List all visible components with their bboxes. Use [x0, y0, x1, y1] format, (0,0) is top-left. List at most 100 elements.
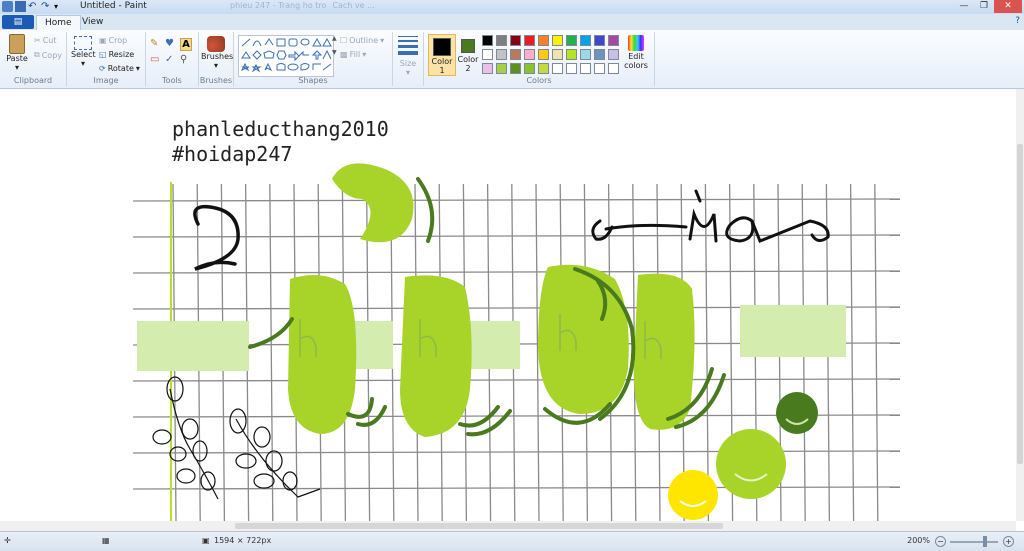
palette-swatch[interactable] — [510, 49, 521, 60]
maximize-button[interactable]: ❐ — [974, 0, 994, 13]
magnifier-icon[interactable]: ⚲ — [180, 54, 192, 65]
palette-swatch[interactable] — [482, 49, 493, 60]
color2-swatch — [461, 39, 475, 53]
zoom-slider-thumb[interactable] — [983, 536, 987, 547]
ghost-tab: Cach ve ... — [332, 1, 375, 10]
palette-swatch[interactable] — [594, 49, 605, 60]
pencil-icon[interactable]: ✎ — [150, 38, 162, 51]
chevron-down-icon: ▾ — [405, 68, 410, 77]
rotate-button[interactable]: ⟳ Rotate ▾ — [99, 64, 140, 73]
palette-swatch[interactable] — [496, 49, 507, 60]
rotate-icon: ⟳ — [99, 64, 106, 73]
zoom-out-button[interactable]: − — [935, 536, 946, 547]
light-green-bands — [137, 305, 846, 371]
palette-swatch[interactable] — [538, 35, 549, 46]
zoom-in-button[interactable]: + — [1003, 536, 1014, 547]
crop-button[interactable]: ▣ Crop — [99, 36, 127, 45]
grid-horizontal-line — [132, 198, 901, 202]
palette-swatch[interactable] — [580, 35, 591, 46]
select-rectangle-icon — [74, 36, 92, 50]
cut-button[interactable]: ✂ Cut — [34, 36, 57, 45]
tools-group-label: Tools — [162, 76, 182, 85]
palette-swatch[interactable] — [482, 63, 493, 74]
palette-swatch[interactable] — [510, 35, 521, 46]
paste-button[interactable]: Paste ▾ — [4, 34, 30, 72]
shapes-group: ▲ ▼ ☐ Outline ▾ ▩ Fill ▾ Shapes — [234, 32, 393, 86]
copy-button[interactable]: ⧉ Copy — [34, 50, 62, 60]
minimize-button[interactable]: — — [954, 0, 974, 13]
color1-button[interactable]: Color 1 — [428, 34, 456, 76]
horizontal-scrollbar[interactable] — [0, 521, 1016, 531]
colors-group: Color 1 Color 2 Edit colors Colors — [424, 32, 655, 86]
palette-swatch[interactable] — [510, 63, 521, 74]
quick-access-toolbar: ↶ ↷ ▾ — [2, 1, 65, 13]
tab-view[interactable]: View — [74, 15, 111, 30]
shapes-gallery[interactable] — [238, 35, 334, 77]
zoom-slider[interactable] — [950, 541, 998, 543]
ribbon-tab-row: ▤ Home View ? — [0, 14, 1024, 31]
window-controls: — ❐ ✕ — [954, 0, 1022, 13]
select-label: Select — [71, 50, 96, 59]
customize-qat-icon[interactable]: ▾ — [54, 1, 65, 12]
save-icon[interactable] — [15, 1, 26, 12]
color-picker-icon[interactable]: ✓ — [165, 54, 177, 65]
palette-swatch[interactable] — [496, 63, 507, 74]
close-button[interactable]: ✕ — [994, 0, 1022, 13]
palette-swatch[interactable] — [566, 49, 577, 60]
color1-label: Color — [431, 57, 453, 66]
palette-swatch[interactable] — [594, 63, 605, 74]
colors-group-label: Colors — [526, 76, 552, 85]
grid-vertical-line — [704, 183, 710, 521]
palette-swatch[interactable] — [552, 35, 563, 46]
outline-button[interactable]: ☐ Outline ▾ — [340, 36, 384, 45]
fill-bucket-icon[interactable]: ♥ — [165, 38, 177, 51]
image-group-label: Image — [93, 76, 119, 85]
drawing-canvas[interactable]: phanleducthang2010 #hoidap247 — [0, 89, 1016, 521]
size-group: Size ▾ — [393, 32, 424, 86]
palette-swatch[interactable] — [538, 63, 549, 74]
black-ua-text — [591, 189, 830, 243]
palette-swatch[interactable] — [608, 63, 619, 74]
vertical-scroll-thumb[interactable] — [1017, 144, 1023, 464]
chevron-down-icon: ▾ — [14, 63, 19, 72]
palette-swatch[interactable] — [524, 49, 535, 60]
palette-swatch[interactable] — [566, 63, 577, 74]
palette-swatch[interactable] — [566, 35, 577, 46]
select-button[interactable]: Select ▾ — [71, 36, 96, 68]
palette-swatch[interactable] — [552, 49, 563, 60]
palette-swatch[interactable] — [608, 35, 619, 46]
vertical-scrollbar[interactable] — [1016, 89, 1024, 521]
text-tool-icon[interactable]: A — [180, 38, 192, 51]
brushes-button[interactable]: Brushes ▾ — [201, 36, 233, 70]
palette-swatch[interactable] — [580, 63, 591, 74]
resize-button[interactable]: ◱ Resize — [99, 50, 134, 59]
edit-colors-button[interactable]: Edit colors — [622, 35, 650, 70]
help-icon[interactable]: ? — [1015, 16, 1020, 26]
brush-icon — [207, 36, 225, 52]
color-palette — [482, 35, 622, 75]
paint-app-icon[interactable] — [2, 1, 13, 12]
size-button[interactable]: Size ▾ — [395, 36, 421, 77]
palette-swatch[interactable] — [538, 49, 549, 60]
color2-button[interactable]: Color 2 — [456, 34, 480, 73]
palette-swatch[interactable] — [524, 35, 535, 46]
file-menu-button[interactable]: ▤ — [2, 15, 34, 29]
cut-label: Cut — [42, 36, 57, 45]
palette-swatch[interactable] — [552, 63, 563, 74]
palette-swatch[interactable] — [524, 63, 535, 74]
shapes-scroll[interactable]: ▲ ▼ — [332, 35, 338, 75]
palette-swatch[interactable] — [496, 35, 507, 46]
palette-swatch[interactable] — [594, 35, 605, 46]
horizontal-scroll-thumb[interactable] — [235, 523, 723, 529]
fill-label: Fill — [349, 50, 361, 59]
fill-button[interactable]: ▩ Fill ▾ — [340, 50, 366, 59]
rotate-label: Rotate — [107, 64, 134, 73]
palette-swatch[interactable] — [482, 35, 493, 46]
palette-swatch[interactable] — [580, 49, 591, 60]
status-bar: ✛ ▦ ▣ 1594 × 722px 200% − + — [0, 531, 1024, 551]
color2-number: 2 — [465, 64, 471, 73]
palette-swatch[interactable] — [608, 49, 619, 60]
eraser-icon[interactable]: ▭ — [150, 54, 162, 65]
undo-icon[interactable]: ↶ — [28, 1, 39, 12]
redo-icon[interactable]: ↷ — [41, 1, 52, 12]
